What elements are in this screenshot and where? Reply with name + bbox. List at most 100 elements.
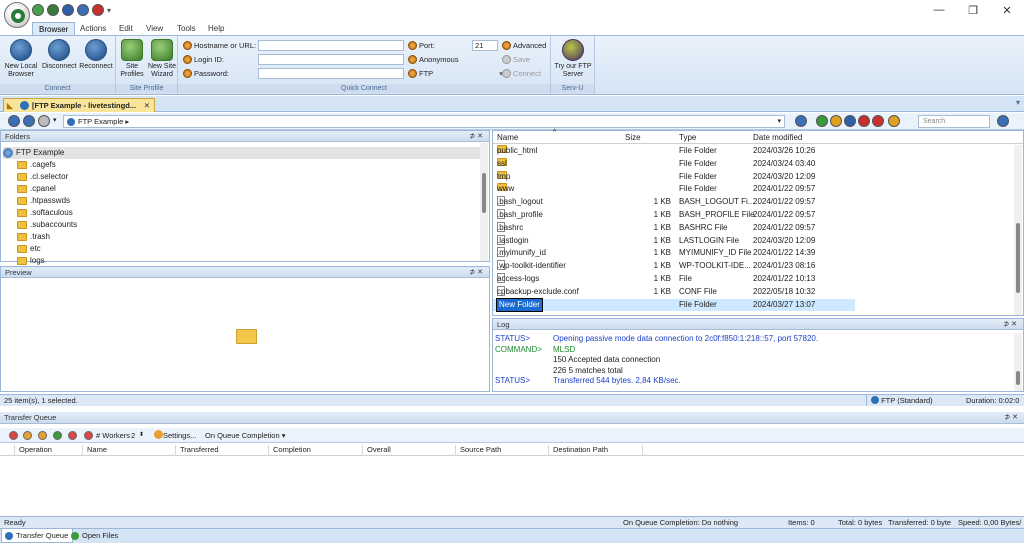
tree-item[interactable]: .trash: [5, 231, 479, 243]
on-queue-completion-button[interactable]: On Queue Completion ▾: [205, 428, 286, 443]
breadcrumb-arrow-icon[interactable]: ▸: [125, 117, 129, 126]
file-row[interactable]: access-logs 1 KB File 2024/01/22 10:13: [493, 272, 1023, 286]
login-input[interactable]: [258, 54, 404, 65]
folders-scrollbar[interactable]: [480, 143, 488, 261]
col-type[interactable]: Type: [679, 133, 696, 142]
col-completion[interactable]: Completion: [268, 445, 311, 456]
spinner-arrows-icon[interactable]: ⬍: [139, 428, 144, 443]
col-operation[interactable]: Operation: [14, 445, 52, 456]
pause-icon[interactable]: [23, 431, 32, 440]
search-icon[interactable]: [997, 115, 1009, 127]
tab-tools[interactable]: Tools: [171, 22, 202, 36]
tab-actions[interactable]: Actions: [74, 22, 112, 36]
stop-icon[interactable]: [92, 4, 104, 16]
minimize-button[interactable]: —: [922, 0, 956, 20]
tab-edit[interactable]: Edit: [113, 22, 139, 36]
tree-item[interactable]: .softaculous: [5, 207, 479, 219]
new-site-wizard-button[interactable]: New Site Wizard: [146, 39, 178, 79]
file-row[interactable]: .bash_profile 1 KB BASH_PROFILE File 2024/0…: [493, 208, 1023, 222]
col-name[interactable]: Name: [497, 133, 518, 142]
hostname-input[interactable]: [258, 40, 404, 51]
file-row[interactable]: .myimunify_id 1 KB MYIMUNIFY_ID File 2024/0…: [493, 247, 1023, 260]
disconnect-button[interactable]: Disconnect: [42, 39, 77, 71]
qat-dropdown-icon[interactable]: ▾: [107, 6, 111, 15]
col-source-path[interactable]: Source Path: [455, 445, 501, 456]
address-input[interactable]: FTP Example ▸ ▾: [63, 115, 785, 128]
clear-icon[interactable]: [84, 431, 93, 440]
file-name[interactable]: New Folder: [496, 297, 543, 313]
sync-icon[interactable]: [844, 115, 856, 127]
log-scrollbar[interactable]: [1014, 333, 1022, 391]
col-destination-path[interactable]: Destination Path: [548, 445, 608, 456]
site-profiles-button[interactable]: Site Profiles: [118, 39, 146, 79]
tree-item[interactable]: etc: [5, 243, 479, 255]
history-dropdown-icon[interactable]: ▾: [53, 116, 57, 124]
tree-item[interactable]: .htpasswds: [5, 195, 479, 207]
profile-icon[interactable]: [62, 4, 74, 16]
protocol-select[interactable]: FTP▾: [408, 69, 503, 78]
delete-icon[interactable]: [858, 115, 870, 127]
pane-pin-close-icon[interactable]: ⊅ ✕: [469, 131, 483, 142]
maximize-button[interactable]: ❐: [956, 0, 990, 20]
refresh-icon[interactable]: [795, 115, 807, 127]
reconnect-button[interactable]: Reconnect: [78, 39, 114, 71]
stop-transfer-icon[interactable]: [9, 431, 18, 440]
close-window-button[interactable]: ✕: [990, 0, 1024, 20]
anonymous-checkbox[interactable]: Anonymous: [408, 55, 459, 64]
advanced-button[interactable]: Advanced: [502, 41, 546, 50]
bookmark-icon[interactable]: [888, 115, 900, 127]
address-dropdown-icon[interactable]: ▾: [777, 116, 781, 127]
col-overall[interactable]: Overall: [362, 445, 391, 456]
pane-pin-close-icon[interactable]: ⊅ ✕: [469, 267, 483, 278]
col-date[interactable]: Date modified: [753, 133, 802, 142]
tab-browser[interactable]: Browser: [32, 22, 76, 36]
file-row[interactable]: tmp File Folder 2024/03/20 12:09: [493, 170, 1023, 184]
tab-view[interactable]: View: [140, 22, 169, 36]
file-row[interactable]: ssl File Folder 2024/03/24 03:40: [493, 157, 1023, 171]
files-scroll-thumb[interactable]: [1016, 223, 1020, 293]
tab-open-files[interactable]: Open Files: [68, 529, 122, 543]
file-row[interactable]: public_html File Folder 2024/03/26 10:26: [493, 145, 1023, 158]
save-button[interactable]: Save: [502, 55, 530, 64]
file-row[interactable]: New Folder File Folder 2024/03/27 13:07: [493, 297, 855, 313]
workers-spinner[interactable]: 2: [131, 428, 135, 443]
start-icon[interactable]: [53, 431, 62, 440]
go-icon[interactable]: [816, 115, 828, 127]
settings-button[interactable]: Settings...: [154, 428, 196, 443]
connection-tab[interactable]: ◣ [FTP Example - livetestingd... ✕: [3, 98, 155, 112]
forward-icon[interactable]: [23, 115, 35, 127]
refresh-icon[interactable]: [77, 4, 89, 16]
tab-transfer-queue[interactable]: Transfer Queue: [1, 529, 74, 543]
file-row[interactable]: .bash_logout 1 KB BASH_LOGOUT Fi... 2024/01…: [493, 196, 1023, 209]
search-input[interactable]: Search: [918, 115, 990, 128]
tab-list-icon[interactable]: ▾: [1016, 98, 1020, 107]
tree-item[interactable]: .subaccounts: [5, 219, 479, 231]
close-tab-icon[interactable]: ✕: [144, 99, 150, 112]
tab-help[interactable]: Help: [202, 22, 230, 36]
app-menu-button[interactable]: [4, 2, 30, 28]
file-row[interactable]: cpbackup-exclude.conf 1 KB CONF File 2022/0…: [493, 285, 1023, 299]
file-row[interactable]: .wp-toolkit-identifier 1 KB WP-TOOLKIT-IDE…: [493, 260, 1023, 273]
folders-scroll-thumb[interactable]: [482, 173, 486, 213]
remove-icon[interactable]: [68, 431, 77, 440]
file-row[interactable]: www File Folder 2024/01/22 09:57: [493, 183, 1023, 196]
password-input[interactable]: [258, 68, 404, 79]
file-row[interactable]: .lastlogin 1 KB LASTLOGIN File 2024/03/20 1…: [493, 234, 1023, 248]
stop-icon[interactable]: [872, 115, 884, 127]
col-transferred[interactable]: Transferred: [175, 445, 219, 456]
back-icon[interactable]: [8, 115, 20, 127]
connect-icon[interactable]: [32, 4, 44, 16]
files-scrollbar[interactable]: [1014, 145, 1022, 315]
file-row[interactable]: .bashrc 1 KB BASHRC File 2024/01/22 09:57: [493, 221, 1023, 235]
tree-item[interactable]: .cpanel: [5, 183, 479, 195]
tree-root[interactable]: FTP Example: [3, 147, 481, 159]
home-icon[interactable]: [830, 115, 842, 127]
transfer-queue-list[interactable]: [0, 456, 1024, 514]
try-servu-button[interactable]: Try our FTP Server: [553, 39, 593, 79]
pane-pin-close-icon[interactable]: ⊅ ✕: [1003, 319, 1017, 330]
pause-all-icon[interactable]: [38, 431, 47, 440]
port-input[interactable]: 21: [472, 40, 498, 51]
site-icon[interactable]: [47, 4, 59, 16]
connect-button[interactable]: Connect: [502, 69, 541, 78]
tree-item[interactable]: .cagefs: [5, 159, 479, 171]
